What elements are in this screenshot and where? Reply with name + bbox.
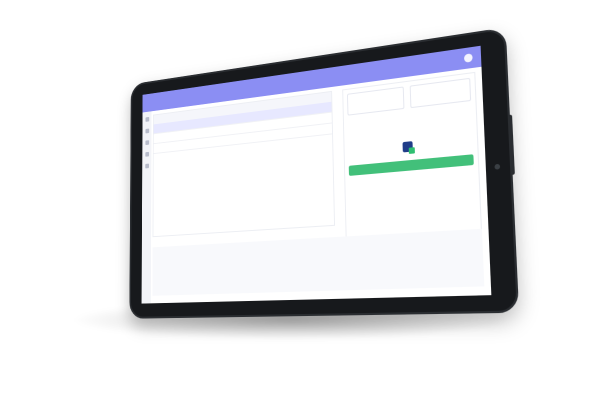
detail-panel <box>342 71 483 241</box>
stat-box <box>409 77 472 109</box>
rail-item-5[interactable] <box>144 163 149 169</box>
tablet-device <box>129 27 520 319</box>
logo-icon <box>402 141 413 153</box>
rail-item-2[interactable] <box>145 128 149 134</box>
stat-value <box>348 98 403 105</box>
brand-logo <box>402 141 415 153</box>
info-line <box>348 124 472 137</box>
stat-value <box>411 89 470 96</box>
avatar[interactable] <box>463 53 473 63</box>
table-panel <box>152 90 336 238</box>
tablet-screen <box>141 45 492 304</box>
left-rail <box>141 111 152 304</box>
side-buttons <box>507 114 515 176</box>
camera-dot <box>494 163 501 170</box>
primary-action-button[interactable] <box>348 154 474 176</box>
rail-item-3[interactable] <box>144 140 149 146</box>
stat-box <box>346 86 405 116</box>
stat-label <box>348 98 403 105</box>
rail-item-1[interactable] <box>145 116 149 122</box>
stat-label <box>411 89 470 96</box>
info-line <box>348 122 472 135</box>
rail-item-4[interactable] <box>144 151 149 157</box>
lower-content-area <box>152 228 485 296</box>
device-stage <box>0 0 600 400</box>
